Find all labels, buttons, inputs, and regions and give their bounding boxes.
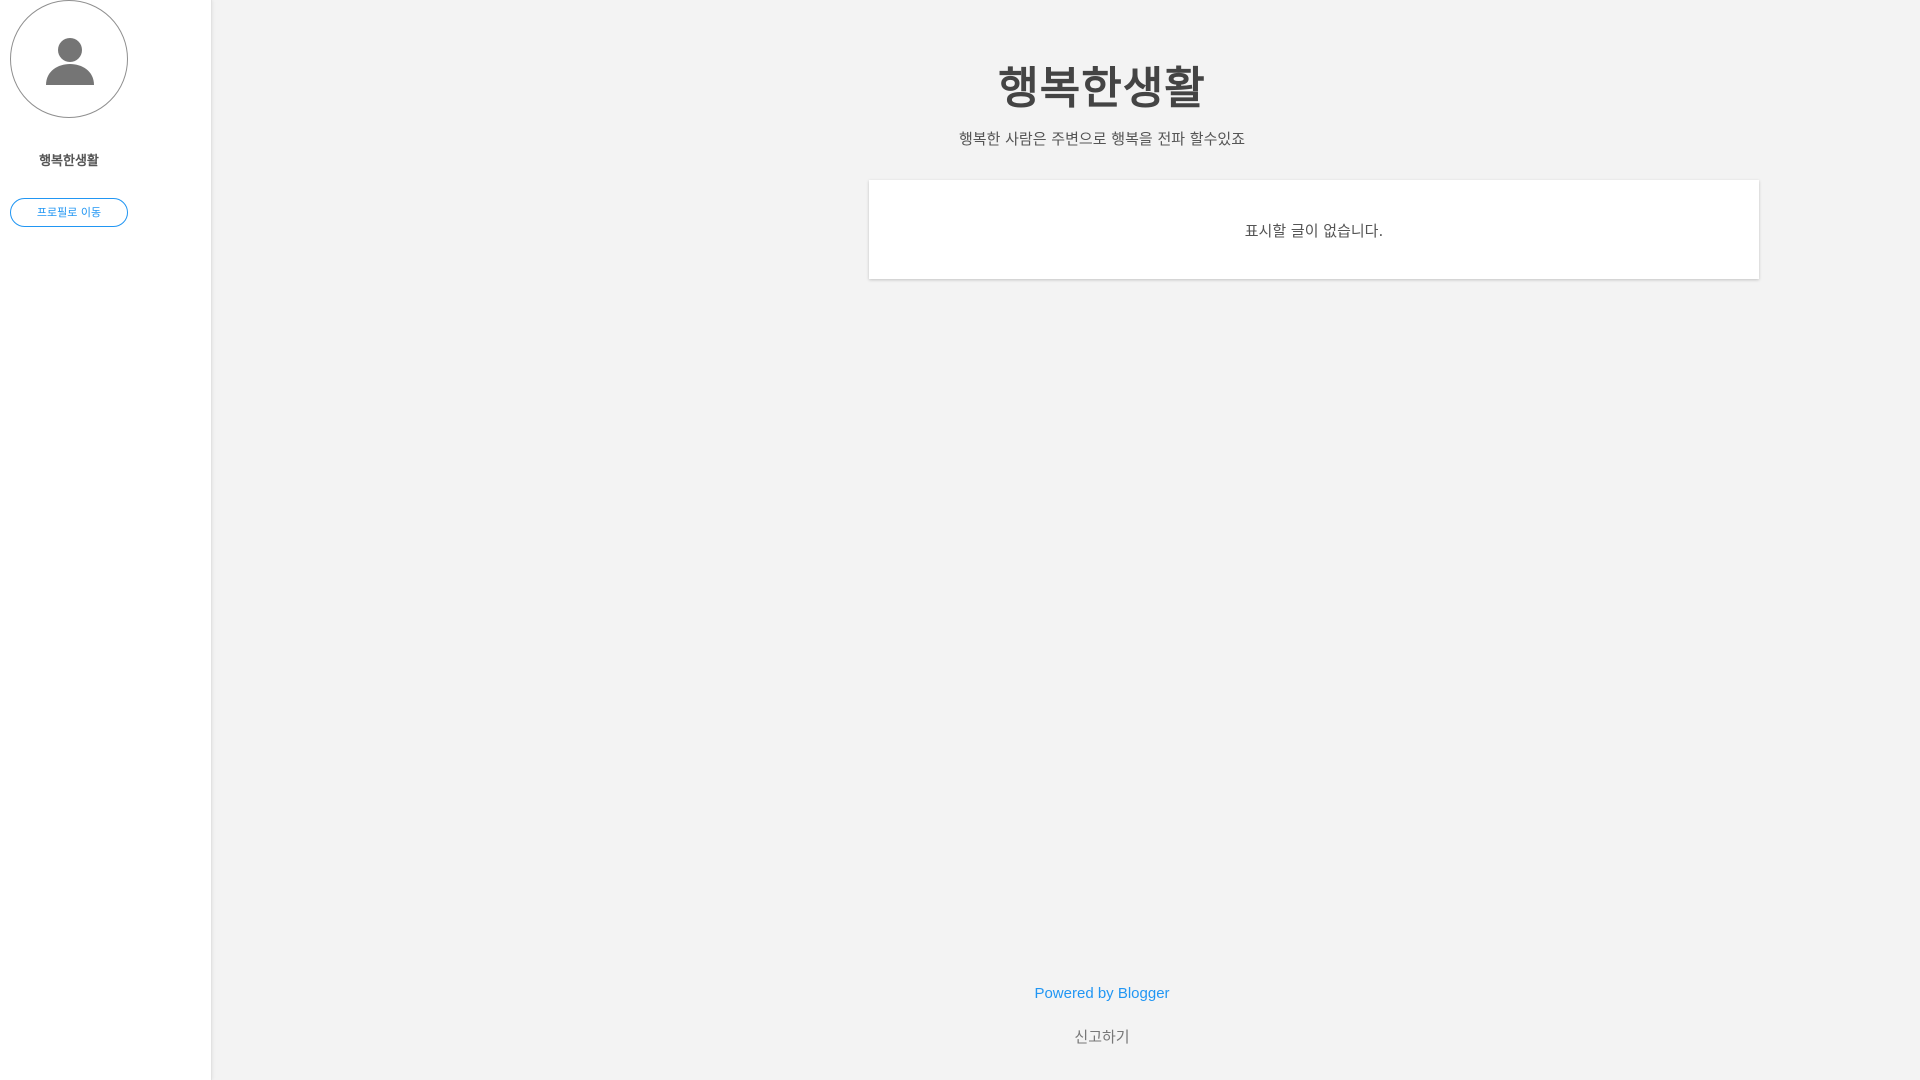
posts-card: 표시할 글이 없습니다. [869,180,1759,279]
main-content: 행복한생활 행복한 사람은 주변으로 행복을 전파 할수있죠 표시할 글이 없습… [212,0,1920,1080]
report-abuse-link[interactable]: 신고하기 [212,1026,1920,1047]
powered-by-blogger-link[interactable]: Powered by Blogger [212,985,1920,1002]
empty-posts-message: 표시할 글이 없습니다. [1244,222,1384,240]
go-to-profile-button[interactable]: 프로필로 이동 [10,198,128,227]
sidebar: 행복한생활 프로필로 이동 [0,0,212,1080]
profile-name: 행복한생활 [39,154,99,169]
blog-title[interactable]: 행복한생활 [212,52,1920,116]
person-icon [46,38,94,85]
avatar[interactable] [10,0,128,118]
blog-description: 행복한 사람은 주변으로 행복을 전파 할수있죠 [958,130,1246,148]
